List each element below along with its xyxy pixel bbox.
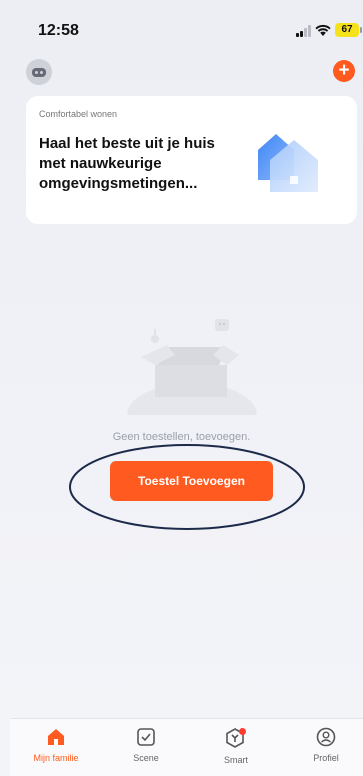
status-time: 12:58 (38, 22, 79, 39)
tab-label: Scene (133, 753, 159, 763)
add-button[interactable]: + (333, 60, 355, 82)
add-device-button[interactable]: Toestel Toevoegen (110, 461, 273, 501)
tab-mijn-familie[interactable]: Mijn familie (26, 727, 86, 763)
tab-smart[interactable]: Smart (206, 727, 266, 765)
bottom-tab-bar: Mijn familie Scene Smart Profiel (10, 718, 363, 776)
cellular-signal-icon (296, 25, 312, 37)
home-icon (48, 729, 64, 745)
plus-icon: + (338, 60, 350, 81)
empty-state-message: Geen toestellen, toevoegen. (112, 431, 251, 443)
smart-icon (226, 728, 246, 748)
home-switch-button[interactable] (26, 59, 52, 85)
banner-label: Comfortabel wonen (39, 109, 118, 119)
home-switch-icon (32, 67, 46, 77)
wifi-icon (315, 24, 331, 36)
tab-label: Mijn familie (33, 753, 79, 763)
tab-label: Smart (223, 755, 248, 765)
checkbox-icon (137, 728, 155, 746)
banner-card[interactable]: Comfortabel wonen Haal het beste uit je … (26, 96, 357, 224)
notification-badge (239, 728, 246, 735)
battery-indicator: 67 (335, 23, 362, 37)
empty-box-illustration-icon (127, 319, 257, 415)
houses-illustration-icon (258, 134, 318, 192)
tab-label: Profiel (313, 753, 339, 763)
status-bar: 12:58 67 (0, 0, 363, 52)
tab-profiel[interactable]: Profiel (296, 727, 356, 763)
tab-scene[interactable]: Scene (116, 727, 176, 763)
banner-title: Haal het beste uit je huis met nauwkeuri… (39, 135, 215, 192)
profile-icon (316, 727, 336, 747)
